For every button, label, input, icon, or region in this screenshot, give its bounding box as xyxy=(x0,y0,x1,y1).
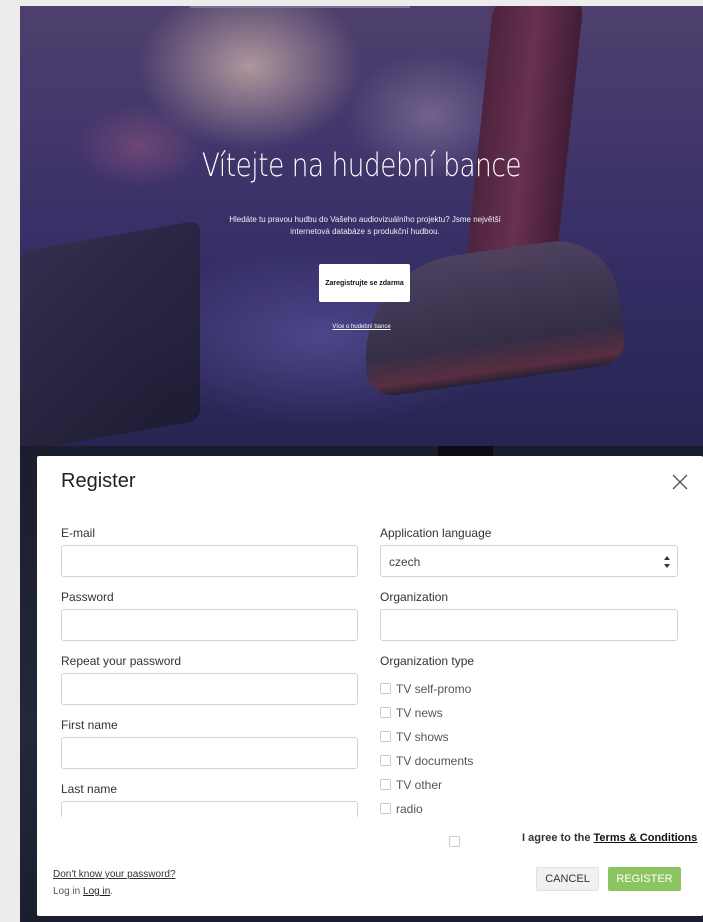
close-icon xyxy=(671,473,691,491)
terms-prefix: I agree to the xyxy=(522,832,594,844)
org-type-label-text: radio xyxy=(396,802,423,816)
hero-title: Vítejte na hudební bance xyxy=(201,146,522,184)
org-type-checkbox[interactable] xyxy=(380,707,391,718)
terms-checkbox[interactable] xyxy=(449,836,460,847)
org-type-label-text: TV shows xyxy=(396,730,449,744)
org-type-checkbox[interactable] xyxy=(380,755,391,766)
org-type-checkbox[interactable] xyxy=(380,683,391,694)
app-language-select[interactable]: czech xyxy=(380,545,678,577)
org-type-label-text: TV news xyxy=(396,706,443,720)
last-name-label: Last name xyxy=(61,782,118,796)
terms-agreement: I agree to the Terms & Conditions xyxy=(522,832,697,844)
organization-label: Organization xyxy=(380,590,449,604)
hero-subtitle: Hledáte tu pravou hudbu do Vašeho audiov… xyxy=(229,215,501,236)
email-label: E-mail xyxy=(61,526,96,540)
login-suffix: . xyxy=(110,886,114,897)
organization-input[interactable] xyxy=(380,609,678,641)
org-type-option[interactable]: radio xyxy=(380,802,423,818)
org-type-label-text: TV other xyxy=(396,778,443,792)
forgot-password-link[interactable]: Don't know your password? xyxy=(53,869,176,880)
register-modal: Register E-mail Password Repeat your pas… xyxy=(37,456,703,916)
terms-link[interactable]: Terms & Conditions xyxy=(594,832,698,844)
org-type-label-text: TV documents xyxy=(396,754,474,768)
org-type-option[interactable]: TV documents xyxy=(380,754,473,770)
org-type-option[interactable]: TV other xyxy=(380,778,442,794)
org-type-checkbox[interactable] xyxy=(380,803,391,814)
org-type-label: Organization type xyxy=(380,654,475,668)
register-free-button[interactable]: Zaregistrujte se zdarma xyxy=(319,264,410,302)
register-button[interactable]: REGISTER xyxy=(608,867,681,891)
first-name-input[interactable] xyxy=(61,737,358,769)
password-input[interactable] xyxy=(61,609,358,641)
org-type-checkbox[interactable] xyxy=(380,779,391,790)
cancel-button[interactable]: CANCEL xyxy=(536,867,599,891)
close-button[interactable] xyxy=(671,472,691,492)
hero-banner: Vítejte na hudební bance Hledáte tu prav… xyxy=(20,6,703,446)
login-line: Log in Log in. xyxy=(53,886,113,897)
org-type-label-text: TV self-promo xyxy=(396,682,472,696)
modal-title: Register xyxy=(61,470,136,492)
org-type-checkbox[interactable] xyxy=(380,731,391,742)
first-name-label: First name xyxy=(61,718,118,732)
password-label: Password xyxy=(61,590,114,604)
email-input[interactable] xyxy=(61,545,358,577)
org-type-option[interactable]: TV news xyxy=(380,706,443,722)
sort-arrows-icon xyxy=(663,554,671,570)
org-type-option[interactable]: TV shows xyxy=(380,730,449,746)
hero-content: Vítejte na hudební bance Hledáte tu prav… xyxy=(20,6,703,446)
login-link[interactable]: Log in xyxy=(83,886,110,897)
login-prefix: Log in xyxy=(53,886,84,897)
org-type-option[interactable]: TV self-promo xyxy=(380,682,471,698)
repeat-password-label: Repeat your password xyxy=(61,654,182,668)
about-link[interactable]: Více o hudební bance xyxy=(20,324,703,330)
last-name-input[interactable] xyxy=(61,801,358,817)
repeat-password-input[interactable] xyxy=(61,673,358,705)
app-language-label: Application language xyxy=(380,526,492,540)
backdrop-tab xyxy=(438,446,493,456)
app-language-value: czech xyxy=(389,555,421,569)
